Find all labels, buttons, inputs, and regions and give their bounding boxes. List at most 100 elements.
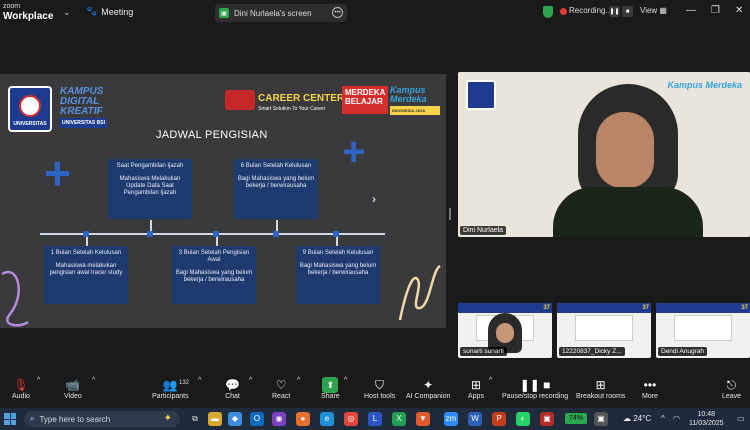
word-icon[interactable]: W (468, 412, 482, 426)
merdeka-belajar-logo: MERDEKA BELAJAR (342, 86, 388, 114)
search-highlight-icon: ✦ (163, 413, 172, 424)
participant-name-label: 12220837_Dicky Z... (559, 347, 625, 356)
stop-icon[interactable]: ■ (622, 6, 633, 17)
thumbnail-header (458, 303, 552, 313)
zoom-app: zoom Workplace ⌄ 🐾 Meeting ▣ Dini Nurlae… (0, 0, 750, 430)
pause-recording-label: Pause/stop recording (502, 393, 569, 400)
ai-companion-button[interactable]: ✦ AI Companion (406, 377, 450, 400)
curve-decoration-icon (1, 270, 29, 327)
participant-thumbnail[interactable]: 37 12220837_Dicky Z... (557, 303, 651, 358)
participant-name-label: Dendi Anugrah (658, 347, 708, 356)
schedule-box: 9 Bulan Setelah Kelulusan Bagi Mahasiswa… (296, 246, 380, 304)
chevron-up-icon[interactable]: ^ (249, 377, 252, 384)
video-button[interactable]: 📹 Video (64, 377, 82, 400)
brave-icon[interactable]: ▼ (416, 412, 430, 426)
meeting-toolbar: 🎙 Audio ^ 📹 Video ^ 👥 Participants 132 ^… (0, 374, 750, 408)
firefox-icon[interactable]: ● (296, 412, 310, 426)
paw-icon: 🐾 (86, 6, 98, 16)
weather-widget[interactable]: ☁ 24°C (623, 414, 651, 423)
whatsapp-icon[interactable]: ◐ (516, 412, 530, 426)
host-tools-button[interactable]: ⛉ Host tools (364, 377, 395, 400)
panel-resize-handle[interactable] (449, 208, 451, 220)
screen-share-pill[interactable]: ▣ Dini Nurlaela's screen ••• (215, 4, 347, 22)
excel-icon[interactable]: X (392, 412, 406, 426)
participant-thumbnail[interactable]: 37 Dendi Anugrah (656, 303, 750, 358)
powerpoint-icon[interactable]: P (492, 412, 506, 426)
react-button[interactable]: ♡ React (272, 377, 290, 400)
host-tools-label: Host tools (364, 393, 396, 400)
restore-icon[interactable]: ❐ (711, 5, 720, 16)
kampus-merdeka-logo: Kampus Merdeka INDONESIA JAYA (390, 86, 440, 115)
participants-icon: 👥 (162, 378, 178, 392)
wifi-icon[interactable]: ◠ (673, 414, 680, 423)
zoom-taskbar-icon[interactable]: zm (444, 412, 458, 426)
logo-line2: Workplace (3, 11, 54, 22)
app-l-icon[interactable]: L (368, 412, 382, 426)
leave-button[interactable]: ⎋ Leave (722, 377, 741, 400)
pause-icon[interactable]: ❚❚ (609, 6, 620, 17)
timeline-marker (83, 231, 89, 237)
copilot-icon[interactable]: ◉ (272, 412, 286, 426)
background-logo (466, 80, 496, 110)
view-menu[interactable]: View ▦ (640, 6, 667, 15)
slide-title: JADWAL PENGISIAN (156, 129, 268, 141)
chat-label: Chat (225, 393, 240, 400)
chevron-up-icon[interactable]: ^ (92, 377, 95, 384)
screen-share-icon: ▣ (219, 8, 229, 18)
speaker-video-tile[interactable]: Kampus Merdeka Dini Nurlaela (458, 72, 750, 237)
notification-icon[interactable]: ▭ (737, 414, 745, 423)
apps-label: Apps (468, 393, 484, 400)
share-button[interactable]: ⬆ Share (321, 377, 340, 400)
audio-button[interactable]: 🎙 Audio (12, 377, 30, 400)
microphone-muted-icon: 🎙 (13, 378, 29, 392)
schedule-box: Saat Pengambilan Ijazah Mahasiswa Melaku… (108, 159, 192, 219)
tray-chevron-icon[interactable]: ^ (661, 414, 665, 423)
file-explorer-icon[interactable]: ▬ (208, 412, 222, 426)
leave-label: Leave (722, 393, 742, 400)
chevron-up-icon[interactable]: ^ (198, 377, 201, 384)
minimize-icon[interactable]: — (686, 5, 696, 16)
windows-taskbar: ⌕ Type here to search ✦ ⧉ ▬ ◆ O ◉ ● e ◎ … (0, 408, 750, 430)
more-label: More (642, 393, 658, 400)
more-options-icon[interactable]: ••• (332, 7, 343, 18)
thumbnail-number: 37 (543, 305, 550, 311)
kdk-line3: KREATIF (60, 106, 103, 117)
plus-decoration-icon: + (44, 147, 71, 199)
chevron-up-icon[interactable]: ^ (37, 377, 40, 384)
participant-thumbnail[interactable]: 37 sunarti sunarti (458, 303, 552, 358)
pause-recording-button[interactable]: ❚❚ ■ Pause/stop recording (502, 377, 568, 400)
timeline-marker (273, 231, 279, 237)
store-icon[interactable]: ◆ (228, 412, 242, 426)
app-grey-icon[interactable]: ▣ (594, 412, 608, 426)
more-button[interactable]: ••• More (642, 377, 658, 400)
shared-slide: UNIVERSITAS KAMPUS DIGITAL KREATIF UNIVE… (0, 74, 446, 328)
taskbar-clock[interactable]: 10:48 11/03/2025 (689, 410, 724, 428)
outlook-icon[interactable]: O (250, 412, 264, 426)
share-label: Share (321, 393, 340, 400)
apps-button[interactable]: ⊞ Apps (468, 377, 484, 400)
chevron-up-icon[interactable]: ^ (489, 377, 492, 384)
taskbar-search-box[interactable]: ⌕ Type here to search ✦ (24, 411, 180, 427)
chevron-up-icon[interactable]: ^ (297, 377, 300, 384)
edge-icon[interactable]: e (320, 412, 334, 426)
windows-start-icon[interactable] (4, 413, 16, 425)
app-red-icon[interactable]: ▣ (540, 412, 554, 426)
leave-icon: ⎋ (726, 378, 737, 392)
sparkle-icon: ✦ (423, 378, 434, 392)
video-label: Video (64, 393, 82, 400)
chrome-icon[interactable]: ◎ (344, 412, 358, 426)
timeline-marker (213, 231, 219, 237)
chat-button[interactable]: 💬 Chat (225, 377, 240, 400)
breakout-rooms-button[interactable]: ⊞ Breakout rooms (576, 377, 625, 400)
meeting-menu[interactable]: 🐾 Meeting (86, 6, 133, 17)
battery-indicator[interactable]: 74% (565, 413, 587, 424)
career-title: CAREER CENTER (258, 93, 345, 104)
participants-count: 132 (179, 380, 190, 386)
schedule-box-body: Bagi Mahasiswa yang belum bekerja / berw… (299, 263, 377, 276)
chevron-down-icon[interactable]: ⌄ (63, 7, 71, 18)
task-view-icon[interactable]: ⧉ (188, 412, 202, 426)
shield-icon[interactable] (543, 6, 553, 18)
meeting-label: Meeting (101, 6, 134, 17)
chevron-up-icon[interactable]: ^ (344, 377, 347, 384)
close-icon[interactable]: ✕ (735, 5, 743, 16)
